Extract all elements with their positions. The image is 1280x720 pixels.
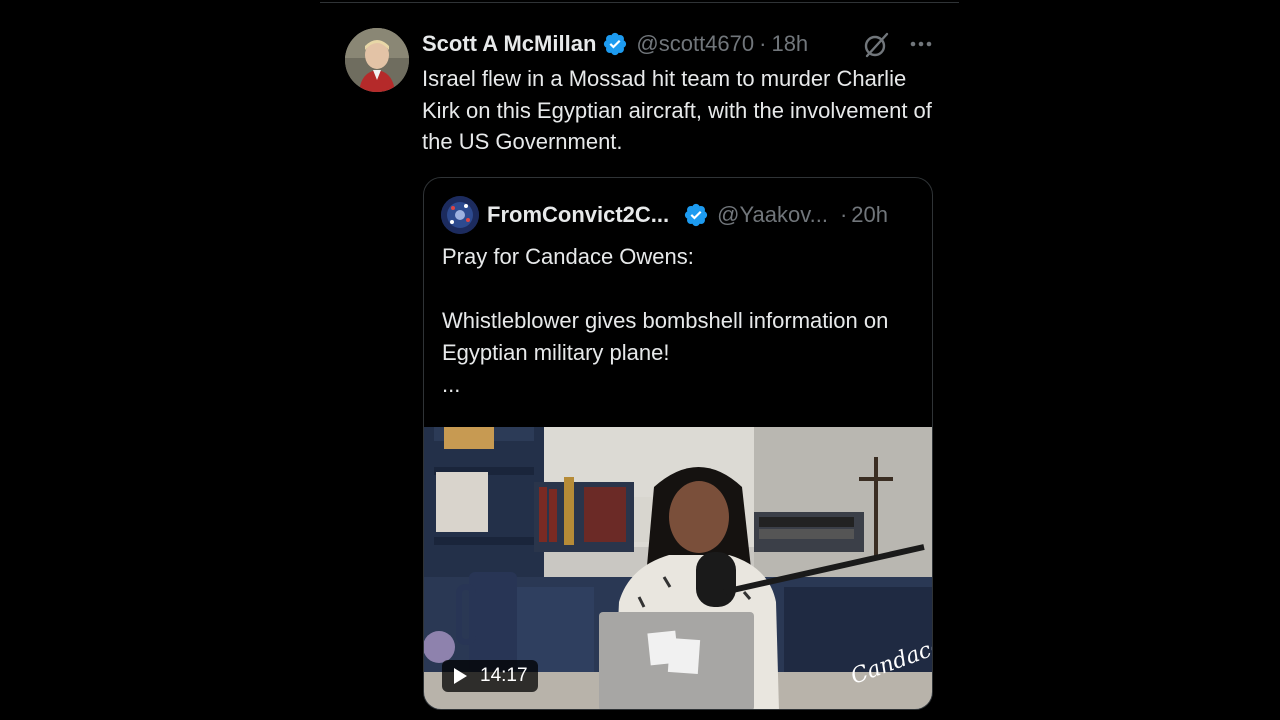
video-duration: 14:17: [480, 665, 528, 686]
grok-icon[interactable]: [862, 31, 890, 59]
separator-dot: ·: [759, 31, 767, 56]
separator-dot: ·: [839, 202, 848, 227]
quoted-author-display-name[interactable]: FromConvict2C...: [487, 202, 669, 228]
quoted-post-time[interactable]: 20h: [851, 202, 888, 228]
verified-badge-icon: [685, 203, 708, 227]
quoted-tweet[interactable]: FromConvict2C... @Yaakov... · 20h Pray f…: [423, 177, 933, 710]
quoted-author-avatar[interactable]: [441, 196, 479, 234]
author-avatar[interactable]: [345, 28, 409, 92]
tweet-text: Israel flew in a Mossad hit team to murd…: [422, 66, 932, 154]
quoted-text-ellipsis: ...: [442, 372, 461, 397]
author-handle[interactable]: @scott4670: [636, 31, 754, 57]
play-icon[interactable]: [452, 667, 468, 685]
video-player[interactable]: 14:17 Candace: [424, 427, 932, 709]
quoted-tweet-text: Pray for Candace Owens: Whistleblower gi…: [442, 241, 922, 401]
quoted-text-line: Whistleblower gives bombshell informatio…: [442, 308, 889, 365]
more-icon[interactable]: [908, 31, 934, 57]
verified-badge-icon: [604, 32, 627, 56]
tweet-header: Scott A McMillan @scott4670 · 18h: [422, 29, 942, 59]
timeline-column: Scott A McMillan @scott4670 · 18h Israel…: [320, 0, 959, 720]
quoted-text-line: Pray for Candace Owens:: [442, 244, 694, 269]
quoted-author-handle[interactable]: @Yaakov...: [717, 202, 828, 228]
quoted-tweet-header: FromConvict2C... @Yaakov... · 20h: [441, 196, 921, 234]
post-time[interactable]: 18h: [771, 31, 808, 57]
tweet[interactable]: Scott A McMillan @scott4670 · 18h Israel…: [320, 0, 959, 720]
video-duration-badge[interactable]: 14:17: [442, 660, 538, 692]
author-display-name[interactable]: Scott A McMillan: [422, 31, 596, 57]
